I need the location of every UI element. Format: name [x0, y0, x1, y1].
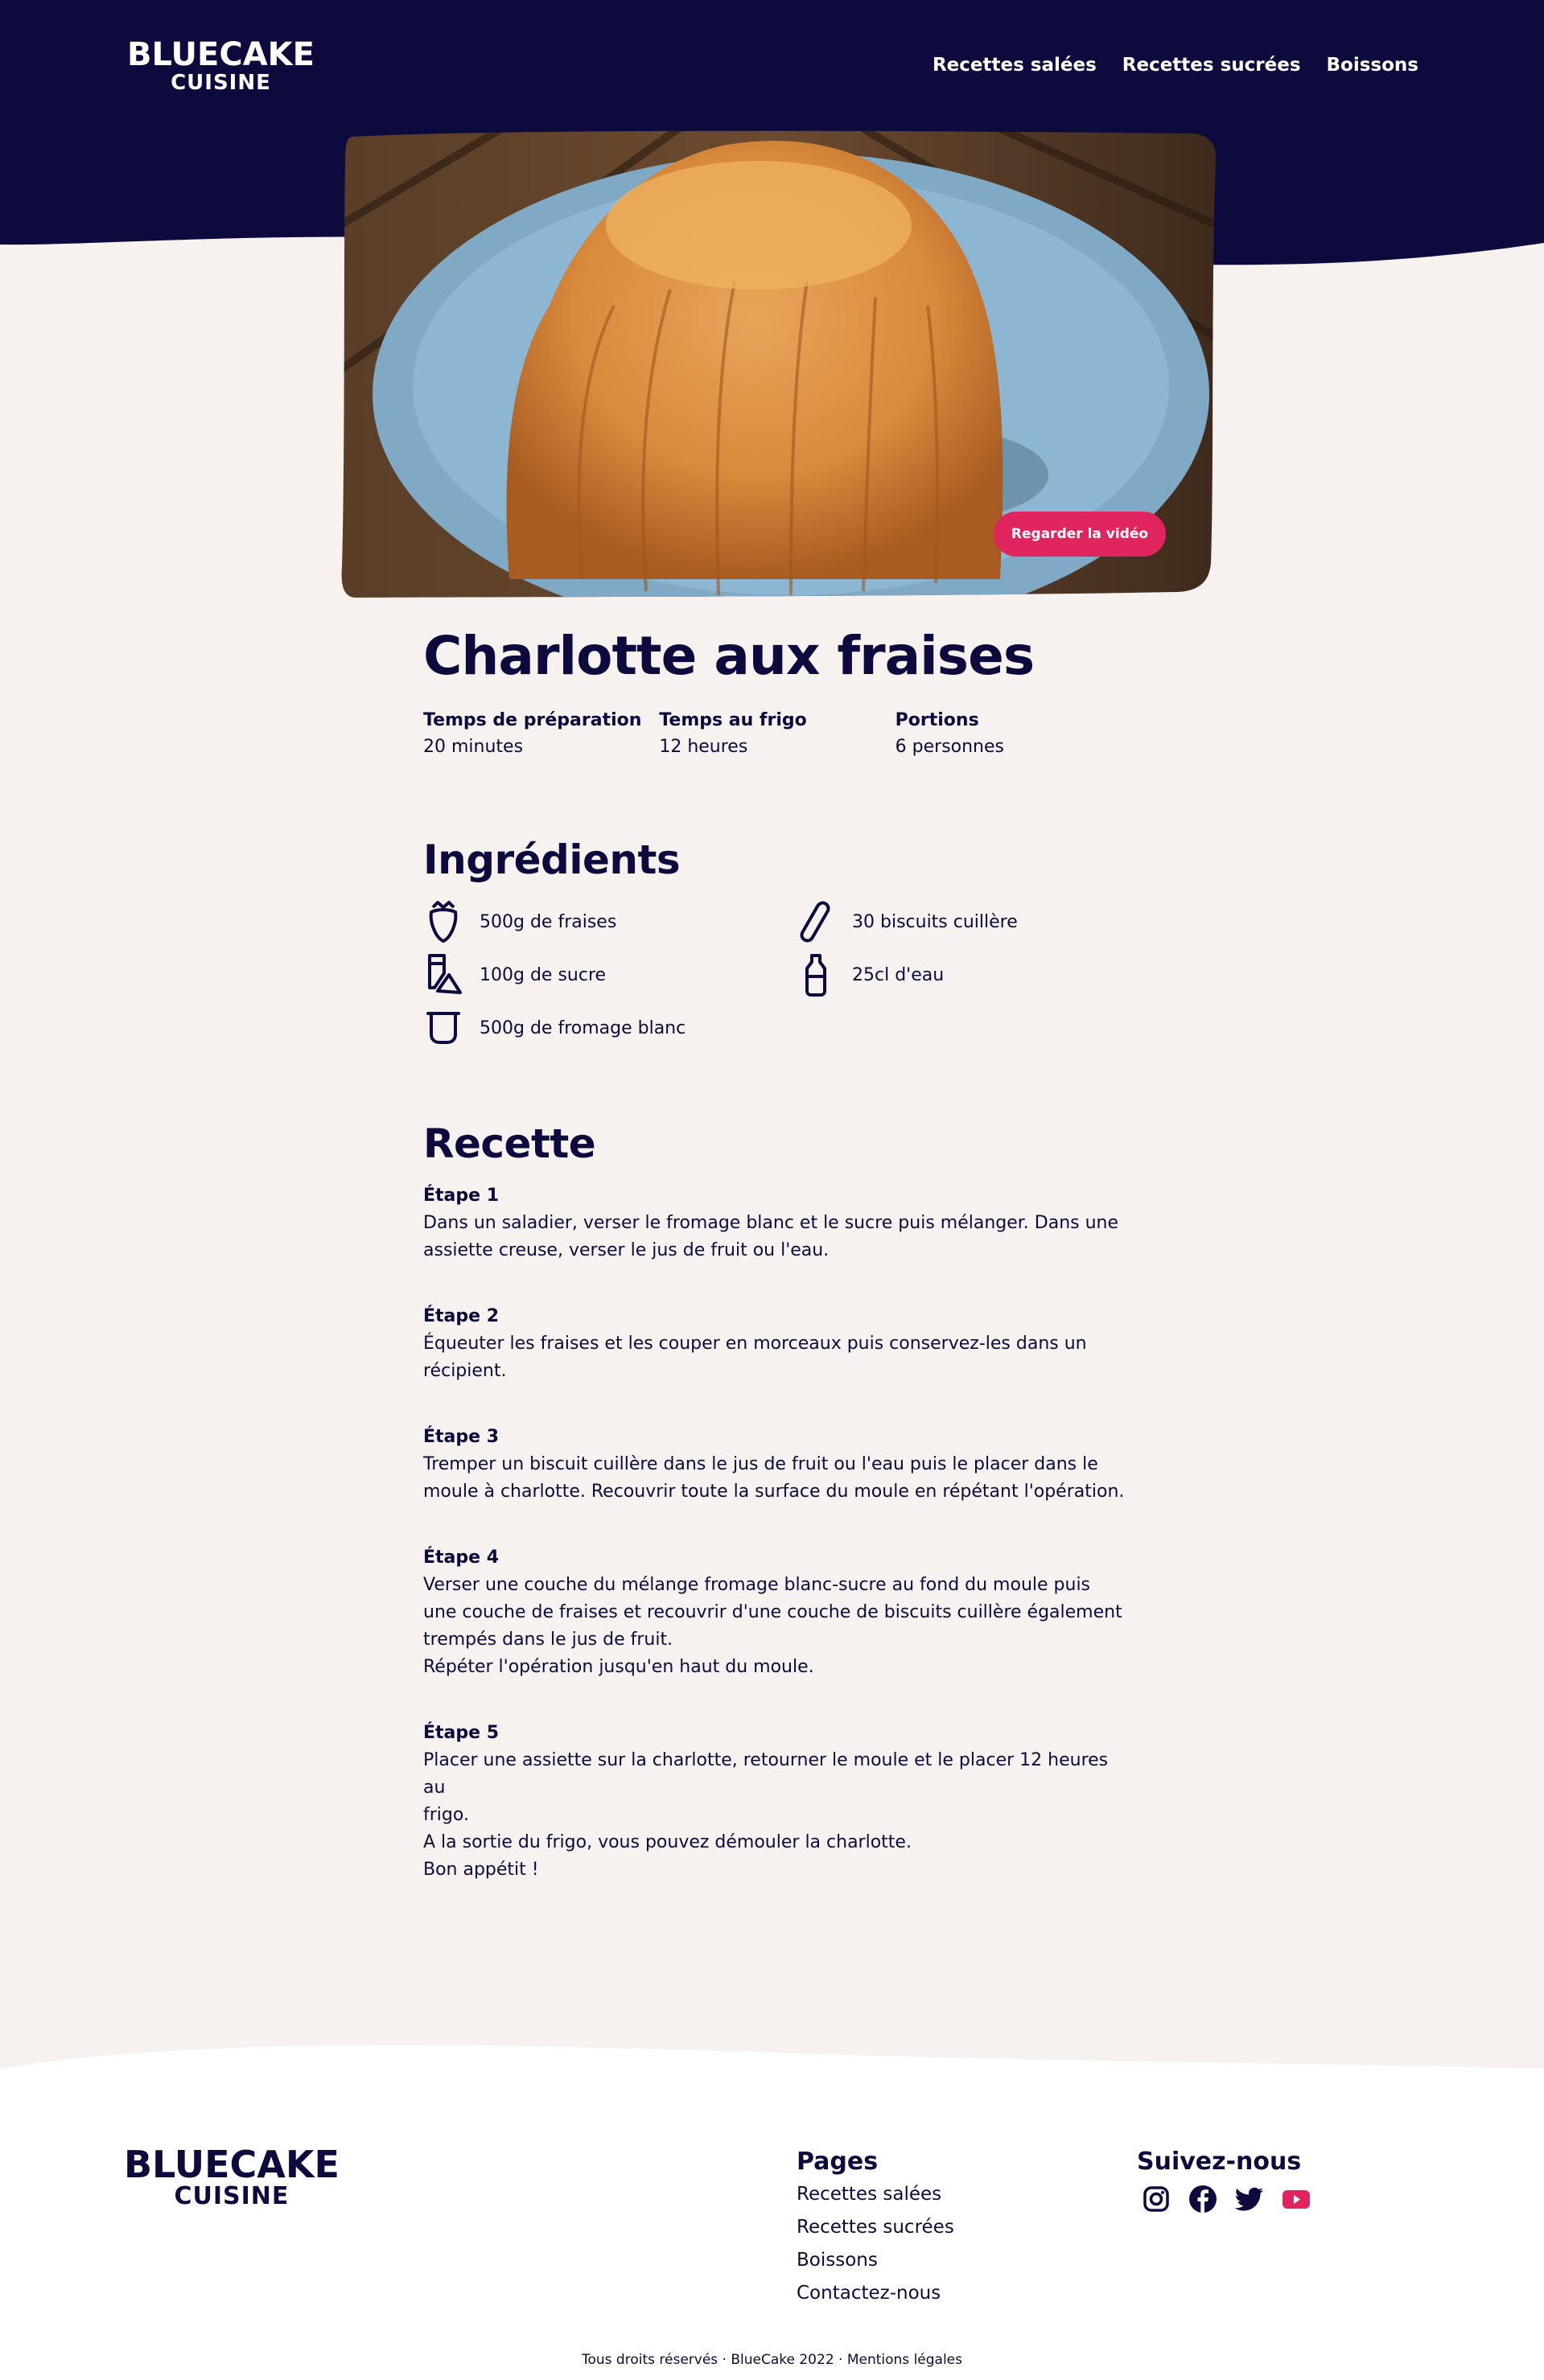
- footer-pages: Pages Recettes salées Recettes sucrées B…: [797, 2146, 954, 2310]
- ingredient-item: 100g de sucre: [423, 952, 606, 997]
- footer-link-contact[interactable]: Contactez-nous: [797, 2277, 954, 2310]
- ingredient-item: 500g de fraises: [423, 899, 616, 944]
- step: Étape 3 Tremper un biscuit cuillère dans…: [423, 1424, 1131, 1506]
- ingredient-text: 25cl d'eau: [852, 964, 945, 985]
- youtube-icon[interactable]: [1280, 2183, 1312, 2215]
- nav-link-recettes-sucrees[interactable]: Recettes sucrées: [1122, 55, 1301, 76]
- twitter-icon[interactable]: [1233, 2183, 1266, 2215]
- step-line: Placer une assiette sur la charlotte, re…: [423, 1750, 1109, 1798]
- step-line: A la sortie du frigo, vous pouvez démoul…: [423, 1832, 912, 1852]
- step-line: Bon appétit !: [423, 1860, 539, 1880]
- step-line: Répéter l'opération jusqu'en haut du mou…: [423, 1657, 814, 1677]
- instagram-icon[interactable]: [1140, 2183, 1172, 2215]
- footer-link-recettes-salees[interactable]: Recettes salées: [797, 2178, 954, 2211]
- step-line: Tremper un biscuit cuillère dans le jus …: [423, 1454, 1098, 1474]
- step: Étape 5 Placer une assiette sur la charl…: [423, 1720, 1131, 1884]
- main-nav: Recettes salées Recettes sucrées Boisson…: [933, 55, 1418, 76]
- ingredient-item: 500g de fromage blanc: [423, 1005, 686, 1050]
- step-line: frigo.: [423, 1805, 469, 1825]
- ingredient-text: 30 biscuits cuillère: [852, 911, 1018, 932]
- step-line: assiette creuse, verser le jus de fruit …: [423, 1240, 830, 1260]
- step-line: récipient.: [423, 1361, 507, 1381]
- recipe-heading: Recette: [423, 1120, 596, 1167]
- recipe-meta: Temps de préparation 20 minutes Temps au…: [423, 710, 1131, 757]
- step: Étape 4 Verser une couche du mélange fro…: [423, 1544, 1131, 1681]
- ingredient-text: 100g de sucre: [480, 964, 607, 985]
- logo-line2: CUISINE: [171, 71, 271, 95]
- biscuit-icon: [800, 901, 830, 943]
- step: Étape 2 Équeuter les fraises et les coup…: [423, 1303, 1131, 1385]
- footer-link-boissons[interactable]: Boissons: [797, 2244, 954, 2277]
- footer-social: Suivez-nous: [1137, 2146, 1312, 2215]
- step-title: Étape 5: [423, 1723, 500, 1743]
- step-title: Étape 2: [423, 1306, 500, 1326]
- recipe-header: Charlotte aux fraises Temps de préparati…: [423, 625, 1131, 757]
- facebook-icon[interactable]: [1187, 2183, 1219, 2215]
- recipe-title: Charlotte aux fraises: [423, 625, 1035, 687]
- recipe-steps: Étape 1 Dans un saladier, verser le from…: [423, 1182, 1131, 1922]
- meta-label: Temps de préparation: [423, 709, 642, 730]
- fromage-blanc-icon: [426, 1012, 460, 1044]
- watch-video-button[interactable]: Regarder la vidéo: [994, 512, 1166, 557]
- step-line: Verser une couche du mélange fromage bla…: [423, 1575, 1091, 1595]
- step-line: trempés dans le jus de fruit.: [423, 1630, 673, 1650]
- social-icons: [1140, 2183, 1312, 2215]
- step-line: Équeuter les fraises et les couper en mo…: [423, 1334, 1087, 1354]
- meta-value: 20 minutes: [423, 736, 524, 757]
- step-line: moule à charlotte. Recouvrir toute la su…: [423, 1482, 1125, 1502]
- footer-social-heading: Suivez-nous: [1137, 2148, 1302, 2176]
- meta-fridge-time: Temps au frigo 12 heures: [659, 710, 895, 757]
- ingredient-item: 30 biscuits cuillère: [796, 899, 1018, 944]
- step-title: Étape 3: [423, 1427, 500, 1447]
- site-logo[interactable]: BLUECAKE CUISINE: [127, 39, 315, 93]
- ingredients-heading: Ingrédients: [423, 836, 681, 883]
- meta-label: Portions: [895, 709, 979, 730]
- step-line: une couche de fraises et recouvrir d'une…: [423, 1602, 1122, 1622]
- meta-servings: Portions 6 personnes: [896, 710, 1131, 757]
- ingredient-text: 500g de fromage blanc: [480, 1017, 686, 1038]
- logo-line1: BLUECAKE: [127, 36, 315, 73]
- meta-value: 12 heures: [659, 736, 748, 757]
- footer-logo[interactable]: BLUECAKE CUISINE: [124, 2146, 340, 2209]
- bottle-icon: [805, 954, 826, 997]
- ingredient-text: 500g de fraises: [480, 911, 617, 932]
- meta-label: Temps au frigo: [659, 709, 807, 730]
- footer-link-recettes-sucrees[interactable]: Recettes sucrées: [797, 2211, 954, 2244]
- step-line: Dans un saladier, verser le fromage blan…: [423, 1213, 1119, 1233]
- footer-pages-heading: Pages: [797, 2148, 879, 2176]
- step-title: Étape 4: [423, 1548, 500, 1568]
- step: Étape 1 Dans un saladier, verser le from…: [423, 1182, 1131, 1264]
- nav-link-boissons[interactable]: Boissons: [1327, 55, 1418, 76]
- meta-prep-time: Temps de préparation 20 minutes: [423, 710, 659, 757]
- footer-logo-line2: CUISINE: [174, 2182, 290, 2210]
- nav-link-recettes-salees[interactable]: Recettes salées: [933, 55, 1097, 76]
- ingredient-item: 25cl d'eau: [796, 952, 944, 997]
- site-header: BLUECAKE CUISINE Recettes salées Recette…: [0, 0, 1544, 129]
- strawberry-icon: [429, 901, 458, 943]
- step-title: Étape 1: [423, 1186, 500, 1206]
- copyright-text: Tous droits réservés · BlueCake 2022 · M…: [582, 2352, 962, 2368]
- footer-logo-line1: BLUECAKE: [124, 2143, 340, 2186]
- meta-value: 6 personnes: [895, 736, 1004, 757]
- sugar-icon: [428, 954, 462, 994]
